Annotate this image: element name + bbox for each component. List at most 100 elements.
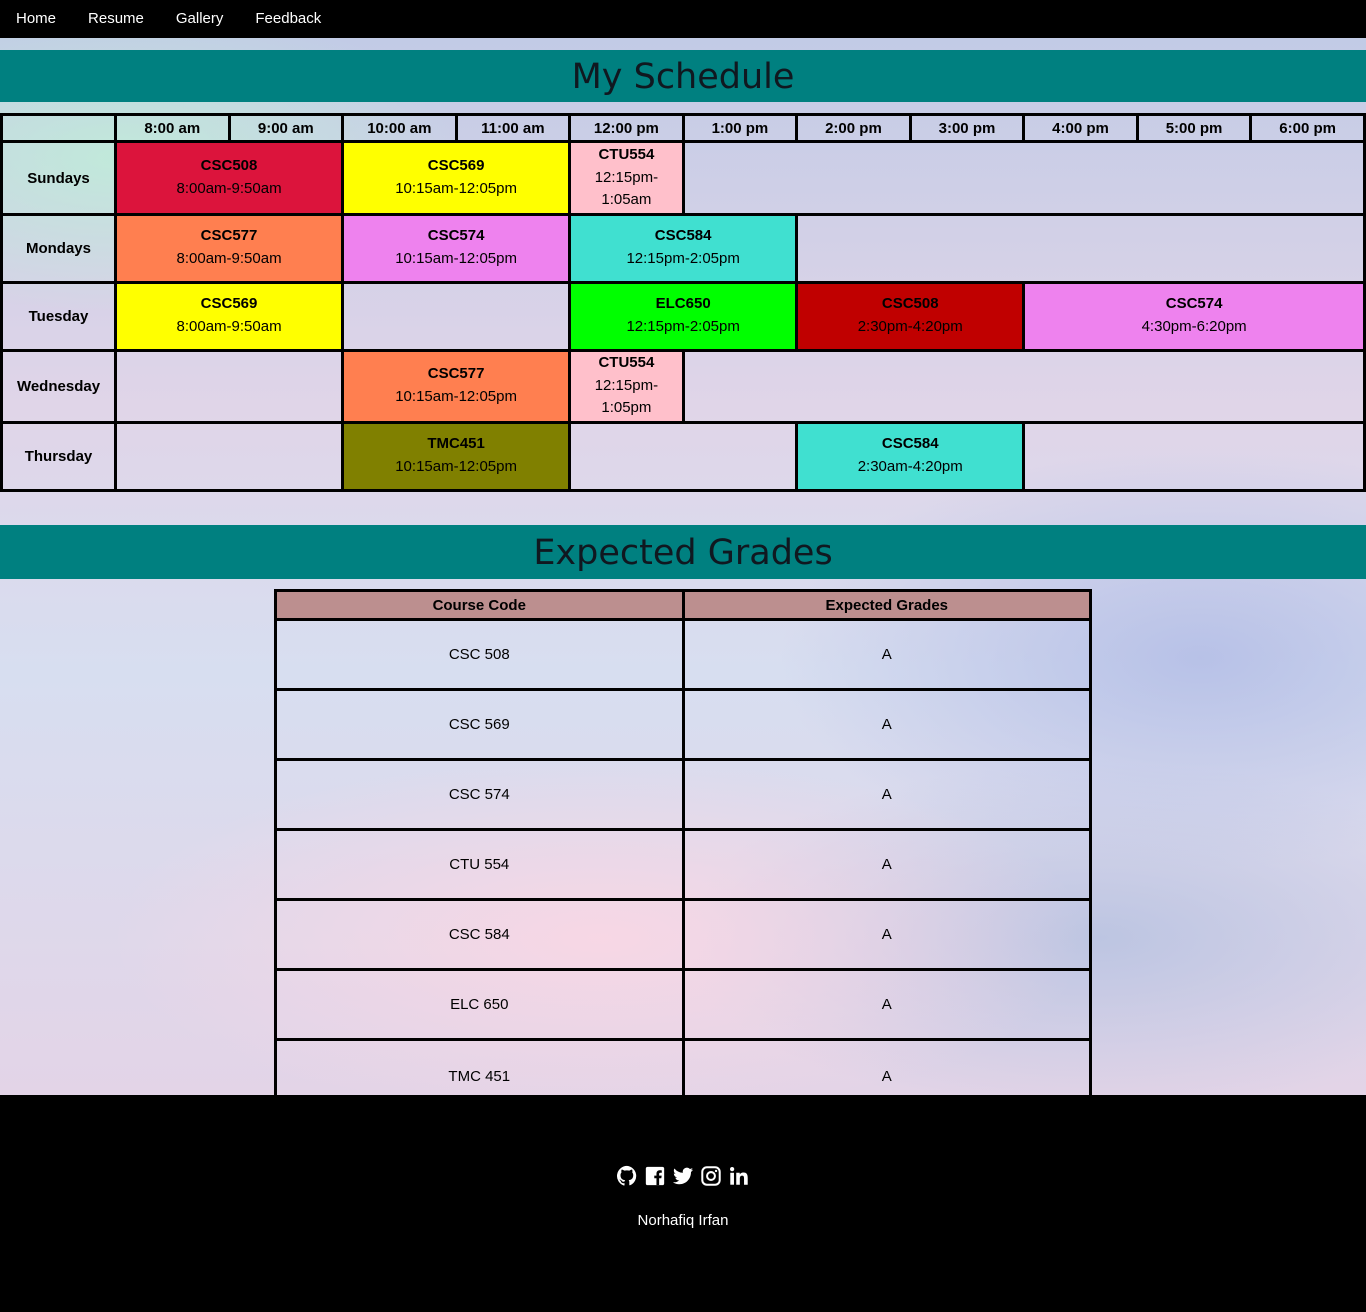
day-label: Wednesday — [0, 349, 117, 424]
time-header: 3:00 pm — [908, 113, 1026, 143]
class-time: 2:30pm-4:20pm — [857, 318, 963, 335]
course-code-cell: CTU 554 — [274, 828, 685, 900]
nav-home-link[interactable]: Home — [0, 0, 72, 38]
class-code: ELC650 — [655, 295, 711, 312]
class-time: 8:00am-9:50am — [176, 250, 282, 267]
class-code: CSC577 — [427, 365, 485, 382]
schedule-corner-cell — [0, 113, 117, 143]
grade-cell: A — [681, 758, 1092, 830]
schedule-title: My Schedule — [0, 50, 1366, 102]
day-label: Mondays — [0, 213, 117, 284]
class-code: CSC574 — [1165, 295, 1223, 312]
nav-resume-link[interactable]: Resume — [72, 0, 160, 38]
class-time: 8:00am-9:50am — [176, 318, 282, 335]
grade-cell: A — [681, 968, 1092, 1040]
class-code: CSC569 — [200, 295, 258, 312]
empty-slot — [113, 421, 345, 492]
course-code-cell: CSC 569 — [274, 688, 685, 760]
schedule-row-wednesday: Wednesday CSC577 10:15am-12:05pm CTU554 … — [0, 349, 1366, 424]
class-time: 12:15pm-2:05pm — [626, 318, 740, 335]
nav-gallery-link[interactable]: Gallery — [160, 0, 240, 38]
footer: Norhafiq Irfan — [0, 1095, 1366, 1312]
class-cell: CSC574 10:15am-12:05pm — [341, 213, 572, 284]
day-label: Thursday — [0, 421, 117, 492]
class-cell: CTU554 12:15pm-1:05am — [568, 140, 685, 216]
grades-header-row: Course Code Expected Grades — [274, 589, 1092, 621]
table-row: CSC 569 A — [274, 688, 1092, 760]
class-cell: CSC508 2:30pm-4:20pm — [795, 281, 1026, 352]
social-icons — [0, 1165, 1366, 1187]
facebook-icon[interactable] — [644, 1165, 666, 1187]
class-code: TMC451 — [427, 435, 485, 452]
time-header: 8:00 am — [114, 113, 231, 143]
table-row: CSC 574 A — [274, 758, 1092, 830]
class-cell: CSC569 10:15am-12:05pm — [341, 140, 572, 216]
time-header: 9:00 am — [227, 113, 345, 143]
schedule-row-tuesday: Tuesday CSC569 8:00am-9:50am ELC650 12:1… — [0, 281, 1366, 352]
class-code: CSC508 — [881, 295, 939, 312]
class-time: 10:15am-12:05pm — [395, 388, 517, 405]
time-header: 12:00 pm — [568, 113, 685, 143]
expected-grades-header: Expected Grades — [681, 589, 1092, 621]
class-cell: CSC574 4:30pm-6:20pm — [1022, 281, 1366, 352]
nav-feedback-link[interactable]: Feedback — [239, 0, 337, 38]
empty-slot — [681, 140, 1366, 216]
class-time: 2:30am-4:20pm — [857, 458, 963, 475]
class-code: CTU554 — [598, 354, 655, 371]
empty-slot — [1022, 421, 1366, 492]
github-icon[interactable] — [616, 1165, 638, 1187]
grade-cell: A — [681, 618, 1092, 690]
linkedin-icon[interactable] — [728, 1165, 750, 1187]
class-cell: CSC569 8:00am-9:50am — [113, 281, 345, 352]
empty-slot — [568, 421, 799, 492]
time-header: 4:00 pm — [1022, 113, 1139, 143]
schedule-row-thursday: Thursday TMC451 10:15am-12:05pm CSC584 2… — [0, 421, 1366, 492]
course-code-cell: CSC 584 — [274, 898, 685, 970]
footer-author: Norhafiq Irfan — [637, 1212, 729, 1229]
table-row: CTU 554 A — [274, 828, 1092, 900]
grades-table: Course Code Expected Grades CSC 508 A CS… — [274, 589, 1092, 1111]
class-time: 12:15pm-1:05pm — [594, 377, 659, 416]
grades-title: Expected Grades — [0, 525, 1366, 579]
time-header: 2:00 pm — [795, 113, 912, 143]
class-code: CSC584 — [881, 435, 939, 452]
table-row: CSC 584 A — [274, 898, 1092, 970]
course-code-header: Course Code — [274, 589, 685, 621]
main-content: My Schedule 8:00 am 9:00 am 10:00 am 11:… — [0, 38, 1366, 1111]
class-time: 10:15am-12:05pm — [395, 250, 517, 267]
class-cell: CSC584 2:30am-4:20pm — [795, 421, 1026, 492]
course-code-cell: ELC 650 — [274, 968, 685, 1040]
course-code-cell: CSC 508 — [274, 618, 685, 690]
time-header: 5:00 pm — [1135, 113, 1253, 143]
top-nav: Home Resume Gallery Feedback — [0, 0, 1366, 38]
class-code: CSC577 — [200, 227, 258, 244]
day-label: Sundays — [0, 140, 117, 216]
class-time: 12:15pm-1:05am — [594, 168, 659, 208]
class-code: CSC584 — [654, 227, 712, 244]
class-cell: CTU554 12:15pm-1:05pm — [568, 349, 685, 424]
class-cell: TMC451 10:15am-12:05pm — [341, 421, 572, 492]
class-time: 10:15am-12:05pm — [395, 458, 517, 475]
class-cell: ELC650 12:15pm-2:05pm — [568, 281, 799, 352]
class-time: 4:30pm-6:20pm — [1141, 318, 1247, 335]
twitter-icon[interactable] — [672, 1165, 694, 1187]
class-code: CSC574 — [427, 227, 485, 244]
empty-slot — [341, 281, 572, 352]
class-code: CSC508 — [200, 156, 258, 174]
time-header: 10:00 am — [341, 113, 458, 143]
schedule-row-monday: Mondays CSC577 8:00am-9:50am CSC574 10:1… — [0, 213, 1366, 284]
table-row: ELC 650 A — [274, 968, 1092, 1040]
class-cell: CSC577 8:00am-9:50am — [113, 213, 345, 284]
course-code-cell: CSC 574 — [274, 758, 685, 830]
time-header: 11:00 am — [454, 113, 572, 143]
empty-slot — [681, 349, 1366, 424]
schedule-header-row: 8:00 am 9:00 am 10:00 am 11:00 am 12:00 … — [0, 113, 1366, 143]
day-label: Tuesday — [0, 281, 117, 352]
class-time: 8:00am-9:50am — [176, 179, 282, 197]
table-row: CSC 508 A — [274, 618, 1092, 690]
schedule-row-sunday: Sundays CSC508 8:00am-9:50am CSC569 10:1… — [0, 140, 1366, 216]
class-time: 12:15pm-2:05pm — [626, 250, 740, 267]
schedule-table: 8:00 am 9:00 am 10:00 am 11:00 am 12:00 … — [0, 113, 1366, 492]
empty-slot — [795, 213, 1366, 284]
instagram-icon[interactable] — [700, 1165, 722, 1187]
